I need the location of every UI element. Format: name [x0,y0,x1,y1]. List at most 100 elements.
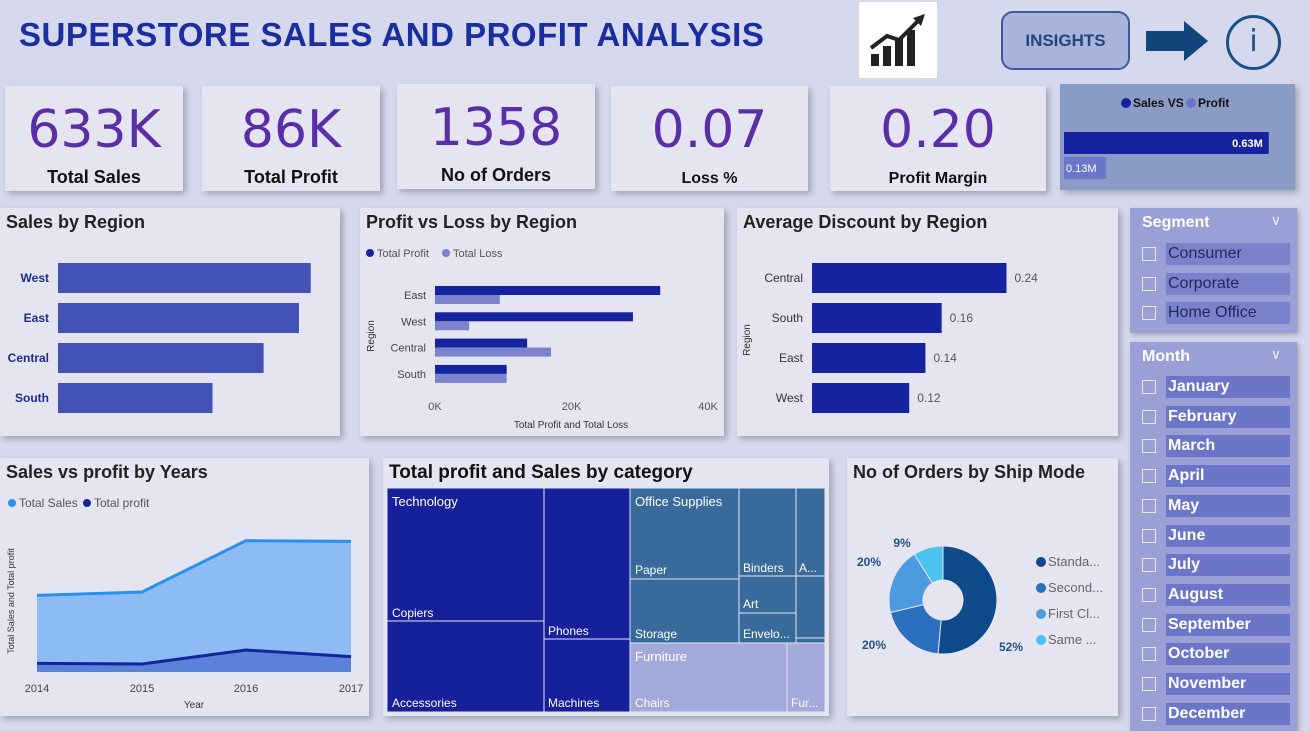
checkbox[interactable] [1142,706,1156,721]
page-title: SUPERSTORE SALES AND PROFIT ANALYSIS [19,16,765,53]
avg-discount-region-chart: Region Central 0.24 South 0.16 East 0.14 West 0… [742,263,1038,413]
bar [58,343,264,373]
category-label: West [401,316,426,328]
option-label: Home Office [1166,302,1290,324]
category-label: Central [8,351,49,365]
logo-tile [859,2,937,78]
data-label: 0.63M [1232,138,1263,150]
bar-profit [435,338,528,348]
legend-label: First Cl... [1048,606,1100,621]
kpi-label: Profit Margin [888,170,988,187]
bar-profit [435,364,507,374]
treemap-label: Envelo... [743,627,790,641]
checkbox[interactable] [1142,276,1156,291]
legend-label: Same ... [1048,632,1096,647]
checkbox[interactable] [1142,306,1156,320]
category-label: South [397,369,426,381]
kpi-value: 0.07 [651,100,768,160]
kpi-loss-pct: 0.07 Loss % [611,86,808,191]
donut-slice [937,545,998,655]
legend-label: Standa... [1048,554,1100,569]
checkbox[interactable] [1142,247,1156,261]
option-label: November [1166,673,1290,695]
treemap-label: Office Supplies [635,494,723,509]
checkbox[interactable] [1142,528,1156,543]
option-label: September [1166,613,1290,636]
legend-marker-profit [1186,98,1196,108]
x-axis-label: Total Profit and Total Loss [514,420,628,431]
option-label: May [1166,494,1290,517]
legend-marker-sales [1121,98,1131,108]
checkbox[interactable] [1142,498,1156,513]
checkbox[interactable] [1142,647,1156,662]
tick-label: 20K [562,401,582,413]
tick-label: 2017 [339,683,363,695]
checkbox[interactable] [1142,439,1156,454]
arrow-right-icon[interactable] [1144,19,1212,63]
profit-loss-region-panel: Profit vs Loss by Region Total Profit To… [360,208,724,436]
chevron-down-icon[interactable]: ∨ [1271,346,1281,363]
month-slicer: Month ∨ January February March April May June… [1130,342,1297,731]
donut-slice [889,604,942,655]
treemap-label: Art [743,597,759,611]
legend-label-loss: Total Loss [453,248,503,260]
x-axis-label: Year [184,700,205,711]
bar [58,383,213,413]
data-label: 0.13M [1066,163,1097,175]
kpi-total-sales: 633K Total Sales [5,86,183,191]
category-label: South [772,311,803,325]
checkbox[interactable] [1142,558,1156,573]
option-label: July [1166,554,1290,577]
checkbox[interactable] [1142,677,1156,691]
treemap-label: Copiers [392,606,433,620]
kpi-value: 633K [27,100,161,160]
legend-marker [1036,635,1046,645]
checkbox[interactable] [1142,469,1156,484]
legend-marker-profit [83,499,91,507]
checkbox[interactable] [1142,587,1156,602]
treemap-label: Accessories [392,696,457,710]
kpi-label: No of Orders [440,165,551,185]
slicer-title: Month [1142,348,1190,365]
kpi-orders: 1358 No of Orders [397,84,595,189]
category-label: Central [391,343,426,355]
legend-marker-loss [442,249,450,257]
chevron-down-icon[interactable]: ∨ [1271,212,1281,229]
data-label: 9% [893,536,911,550]
option-label: March [1166,435,1290,458]
option-label: December [1166,702,1290,725]
option-label: April [1166,465,1290,488]
kpi-label: Total Sales [47,167,141,187]
checkbox[interactable] [1142,380,1156,394]
treemap-label: Furniture [635,649,687,664]
sales-profit-years-panel: Sales vs profit by Years Total Sales Tot… [0,458,369,716]
bar [58,263,311,293]
checkbox[interactable] [1142,409,1156,424]
legend-marker [1036,583,1046,593]
bar-loss [435,347,552,357]
bar [58,303,299,333]
bar-loss [435,321,470,331]
segment-slicer: Segment ∨ Consumer Corporate Home Office [1130,208,1297,333]
treemap-label: A... [799,561,817,575]
category-treemap-panel: Total profit and Sales by category Techn… [383,458,829,716]
kpi-profit-margin: 0.20 Profit Margin [830,86,1046,191]
insights-label: INSIGHTS [1025,31,1106,50]
bar [812,383,910,413]
sales-profit-years-chart: Total Sales Total profit Total Sales and… [6,496,363,711]
info-glyph: i [1249,24,1258,59]
treemap-label: Technology [392,494,458,509]
category-label: East [24,311,49,325]
data-label: 20% [862,638,886,652]
legend-label-profit: Profit [1198,96,1229,110]
info-icon[interactable]: i [1226,15,1281,70]
option-label: June [1166,524,1290,547]
checkbox[interactable] [1142,617,1156,632]
sales-by-region-panel: Sales by Region West East Central South [0,208,340,436]
kpi-label: Total Profit [244,167,338,187]
bar-loss [435,295,500,304]
kpi-value: 0.20 [880,100,996,160]
insights-button[interactable]: INSIGHTS [1001,11,1130,70]
bar-loss [435,373,507,383]
legend-label-sales: Sales VS [1133,96,1184,110]
